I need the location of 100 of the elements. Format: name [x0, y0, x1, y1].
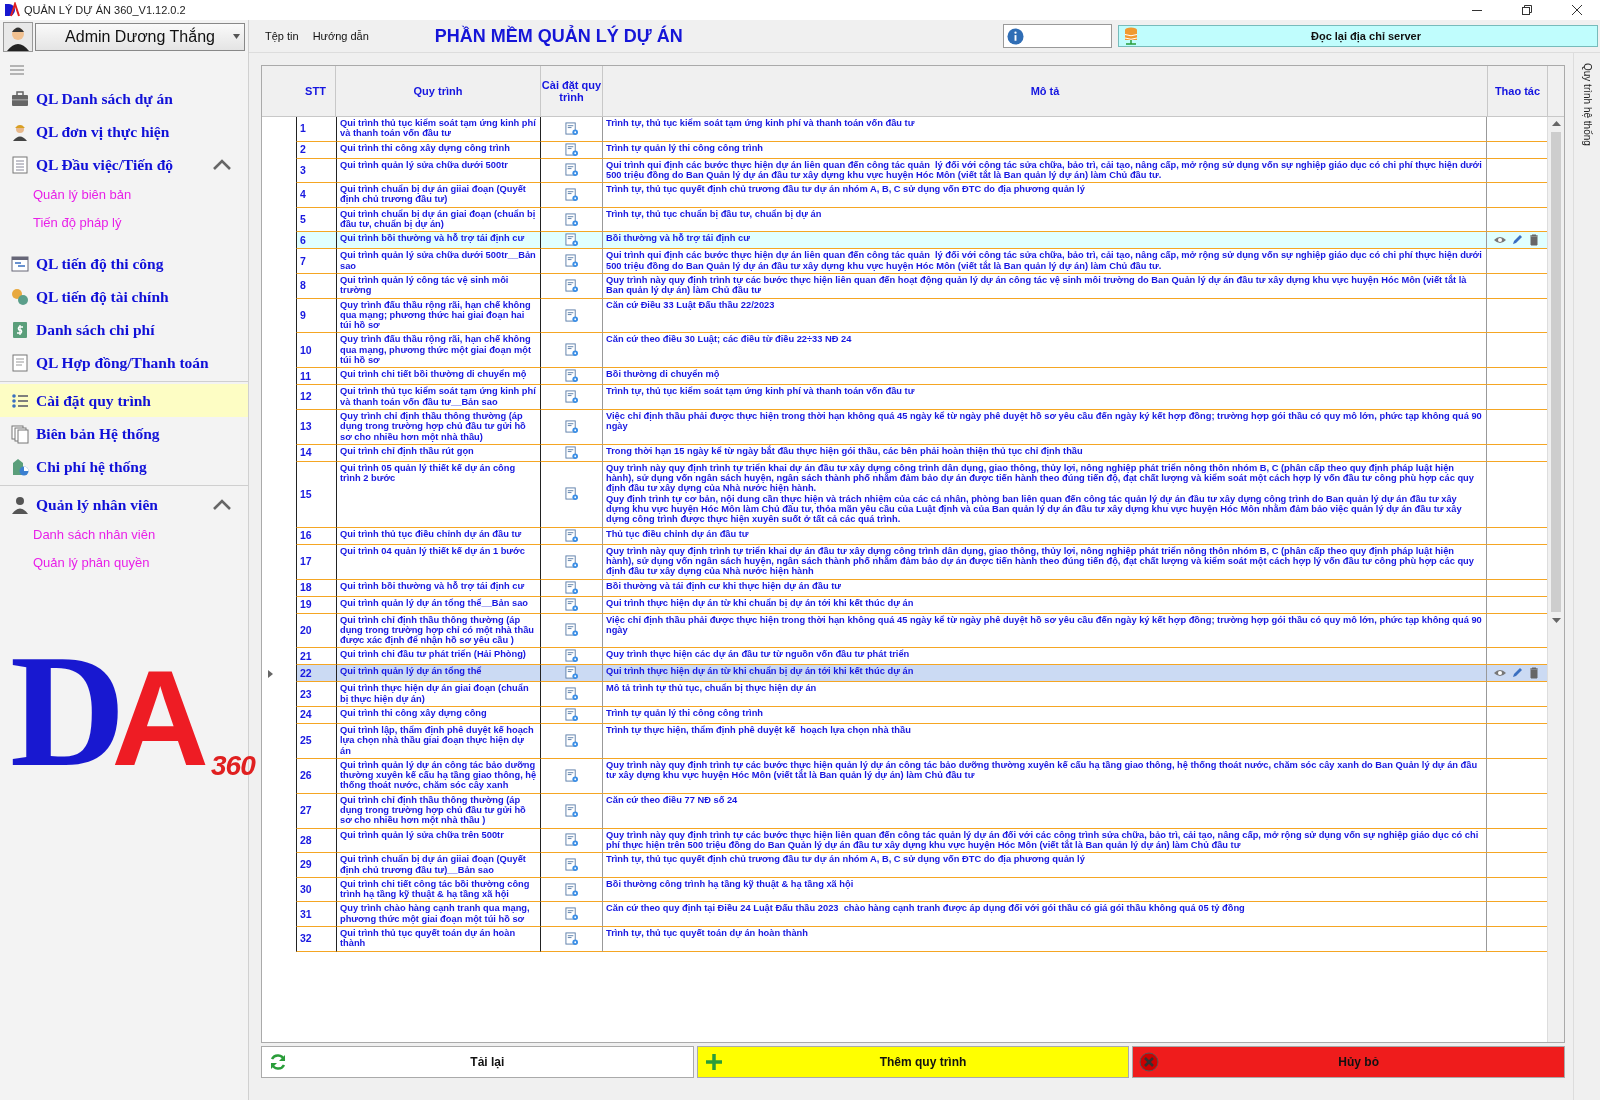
table-row[interactable]: 4 Qui trình chuẩn bị dự án giiai đoạn (Quyết định chủ trương đầu tư) Trình tự, thủ tục quyết định chủ trương đầu tư dự án nhóm A, B, C sử dụng vốn ĐTC do địa phương quản lý	[262, 183, 1547, 208]
table-row[interactable]: 32 Qui trình thủ tục quyết toán dự án hoàn thành Trình tự, thủ tục quyết toán dự án hoàn thành	[262, 927, 1547, 952]
table-row[interactable]: 18 Qui trình bồi thường và hỗ trợ tái định cư Bồi thường và tái định cư khi thực hiện dự án đầu tư	[262, 579, 1547, 597]
settings-icon[interactable]	[565, 882, 578, 896]
table-cell: Căn cứ theo quy định tại Điều 24 Luật Đấu thầu 2023 chào hàng cạnh tranh được áp dụng đối với gói thầu có giá gói thầu không quá 05 tỷ đồng	[603, 902, 1487, 928]
sidebar-item[interactable]: QL đơn vị thực hiện	[0, 115, 248, 148]
settings-icon[interactable]	[565, 390, 578, 404]
cancel-button[interactable]: Hủy bỏ	[1132, 1046, 1565, 1078]
table-row[interactable]: 19 Qui trình quản lý dự án tổng thể__Bản sao Qui trình thực hiện dự án từ khi chuẩn bị dự án tới khi kết thúc dự án	[262, 596, 1547, 614]
settings-icon[interactable]	[565, 369, 578, 383]
settings-icon[interactable]	[565, 188, 578, 201]
restore-icon[interactable]	[1522, 5, 1532, 15]
settings-icon[interactable]	[565, 554, 578, 568]
menu-item[interactable]: Hướng dẫn	[308, 30, 373, 42]
table-row[interactable]: 9 Quy trình đấu thầu rộng rãi, hạn chế không qua mạng; phương thức hai giai đoạn hai túi hồ sơ Căn cứ Điều 33 Luật Đấu thầu 22/2023	[262, 298, 1547, 334]
table-cell: Qui trình thủ tục điều chỉnh dự án đầu tư	[336, 527, 541, 545]
minimize-icon[interactable]	[1472, 9, 1482, 11]
table-row[interactable]: 22 Qui trình quản lý dự án tổng thể Qui trình thực hiện dự án từ khi chuẩn bị dự án tới khi kết thúc dự án	[262, 665, 1547, 683]
settings-icon[interactable]	[565, 121, 578, 135]
menu-icon[interactable]	[10, 64, 24, 76]
settings-icon[interactable]	[565, 254, 578, 268]
table-row[interactable]: 2 Qui trình thi công xây dựng công trình Trình tự quản lý thi công công trình	[262, 141, 1547, 159]
settings-icon[interactable]	[565, 445, 578, 459]
scroll-up-icon[interactable]	[1551, 121, 1561, 126]
settings-icon[interactable]	[565, 733, 578, 747]
table-row[interactable]: 10 Quy trình đấu thầu rộng rãi, hạn chế không qua mạng, phương thức một giai đoạn một túi hồ sơ Căn cứ theo điều 30 Luật; các điều từ điều 22÷33 NĐ 24	[262, 333, 1547, 369]
sidebar-group[interactable]: QL Đầu việc/Tiến độ	[0, 148, 248, 181]
scroll-down-icon[interactable]	[1551, 618, 1561, 623]
table-row[interactable]: 14 Qui trình chỉ định thầu rút gọn Trong thời hạn 15 ngày kể từ ngày bắt đầu thực hiện gói thầu, các bên phải hoàn thiện thủ tục chỉ định thầu	[262, 444, 1547, 462]
settings-icon[interactable]	[565, 708, 578, 721]
edit-icon[interactable]	[1511, 233, 1523, 246]
table-row[interactable]: 6 Qui trình bồi thường và hỗ trợ tái định cư Bồi thường và hỗ trợ tái định cư	[262, 232, 1547, 250]
sidebar-item[interactable]: QL Danh sách dự án	[0, 82, 248, 115]
user-dropdown[interactable]: Admin Dương Thắng	[35, 23, 245, 51]
sidebar-item[interactable]: QL Hợp đồng/Thanh toán	[0, 346, 248, 379]
settings-icon[interactable]	[565, 308, 578, 322]
delete-icon[interactable]	[1528, 666, 1540, 679]
side-tab[interactable]: Quy trình hệ thống	[1581, 63, 1593, 146]
table-row[interactable]: 23 Qui trình thực hiện dự án giai đoạn (chuẩn bị thực hiện dự án) Mô tả trình tự thủ tục, chuẩn bị thực hiện dự án	[262, 682, 1547, 707]
settings-icon[interactable]	[565, 931, 578, 945]
settings-icon[interactable]	[565, 419, 578, 433]
table-row[interactable]: 24 Qui trình thi công xây dựng công Trình tự quản lý thi công công trình	[262, 707, 1547, 724]
settings-icon[interactable]	[565, 212, 578, 226]
settings-icon[interactable]	[565, 343, 578, 357]
table-cell: Bồi thường công trình hạ tầng kỹ thuật & hạ tầng xã hội	[603, 877, 1487, 903]
settings-icon[interactable]	[565, 666, 578, 680]
table-row[interactable]: 12 Qui trình thủ tục kiểm soát tạm ứng kinh phí và thanh toán vốn đầu tư__Bản sao Trình tự, thủ tục kiểm soát tạm ứng kinh phí và thanh toán vốn đầu tư	[262, 385, 1547, 410]
settings-icon[interactable]	[565, 163, 578, 177]
delete-icon[interactable]	[1528, 233, 1540, 246]
settings-icon[interactable]	[565, 833, 578, 847]
table-cell: 10	[296, 333, 336, 369]
info-field[interactable]	[1003, 24, 1112, 48]
sidebar-item[interactable]: Cài đặt quy trình	[0, 384, 248, 417]
sidebar-group[interactable]: Quản lý nhân viên	[0, 488, 248, 521]
column-header: STT	[296, 66, 336, 116]
refresh-icon	[268, 1052, 288, 1072]
settings-icon[interactable]	[565, 623, 578, 637]
close-icon[interactable]	[1572, 5, 1582, 15]
reload-button[interactable]: Tải lại	[261, 1046, 694, 1078]
settings-icon[interactable]	[565, 907, 578, 921]
menu-item[interactable]: Tệp tin	[261, 30, 303, 42]
scrollbar[interactable]	[1547, 117, 1564, 1042]
settings-icon[interactable]	[565, 580, 578, 594]
settings-icon[interactable]	[565, 768, 578, 782]
table-cell: Qui trình chỉ định thầu thông thường (áp dụng trong trường hợp chỉ có một nhà thầu được xác định để nhận hồ sơ yêu cầu )	[336, 613, 541, 649]
settings-icon[interactable]	[565, 649, 578, 663]
sidebar-item[interactable]: Danh sách chi phí	[0, 313, 248, 346]
table-row[interactable]: 11 Qui trình chi tiết bồi thường di chuyển mộ Bồi thường di chuyển mộ	[262, 368, 1547, 386]
table-row[interactable]: 25 Qui trình lập, thẩm định phê duyệt kế hoạch lựa chọn nhà thầu giai đoạn thực hiện dự án Trình tự thực hiện, thẩm định phê duyệt kế hoạch lựa chọn nhà thầu	[262, 724, 1547, 759]
settings-icon[interactable]	[565, 278, 578, 292]
settings-icon[interactable]	[565, 487, 578, 501]
add-button[interactable]: Thêm quy trình	[696, 1046, 1130, 1078]
sidebar-item[interactable]: Chi phí hệ thống	[0, 450, 248, 483]
menu-item-icon	[10, 319, 30, 340]
column-header: Quy trình	[336, 66, 541, 116]
settings-icon[interactable]	[565, 597, 578, 611]
table-cell: Qui trình quản lý dự án công tác bảo dưỡng thường xuyên kế cấu hạ tầng giao thông, hệ thống thoát nước, chăm sóc cây xanh	[336, 758, 541, 794]
settings-icon[interactable]	[565, 858, 578, 872]
database-icon	[1123, 27, 1139, 45]
settings-icon[interactable]	[565, 687, 578, 701]
settings-icon[interactable]	[565, 803, 578, 817]
sidebar-item[interactable]: Biên bản Hệ thống	[0, 417, 248, 450]
sidebar-item[interactable]: QL tiến độ tài chính	[0, 280, 248, 313]
reload-server-button[interactable]: Đọc lại địa chỉ server	[1118, 25, 1598, 47]
table-cell: Qui trình quản lý sửa chữa trên 500tr	[336, 828, 541, 854]
settings-icon[interactable]	[565, 528, 578, 542]
table-cell: 30	[296, 877, 336, 903]
table-row[interactable]: 1 Qui trình thủ tục kiểm soát tạm ứng kinh phí và thanh toán vốn đầu tư Trình tự, thủ tục kiểm soát tạm ứng kinh phí và thanh toán vốn đầu tư	[262, 117, 1547, 142]
sidebar-item[interactable]: QL tiến độ thi công	[0, 247, 248, 280]
table-row[interactable]: 30 Qui trình chi tiết công tác bồi thường công trình hạ tầng kỹ thuật & hạ tầng xã hội Bồi thường công trình hạ tầng kỹ thuật & hạ tầng xã hội	[262, 877, 1547, 903]
settings-icon[interactable]	[565, 142, 578, 156]
table-cell: Qui trình thủ tục kiểm soát tạm ứng kinh phí và thanh toán vốn đầu tư__Bản sao	[336, 385, 541, 410]
table-cell: Trình tự, thủ tục quyết định chủ trương đầu tư dự án nhóm A, B, C sử dụng vốn ĐTC do địa phương quản lý	[603, 183, 1487, 208]
table-row[interactable]: 16 Qui trình thủ tục điều chỉnh dự án đầu tư Thủ tục điều chỉnh dự án đầu tư	[262, 527, 1547, 545]
table-row[interactable]: 27 Qui trình chỉ định thầu thông thường (áp dụng trong trường hợp chủ đầu tư gửi hồ sơ cho nhiều hơn một nhà thầu ) Căn cứ theo điều 77 NĐ số 24	[262, 793, 1547, 829]
scroll-thumb[interactable]	[1551, 132, 1561, 612]
table-cell: Qui trình thi công xây dựng công trình	[336, 141, 541, 159]
edit-icon[interactable]	[1511, 666, 1523, 679]
settings-icon[interactable]	[565, 233, 578, 247]
table-row[interactable]: 29 Qui trình chuẩn bị dự án giiai đoạn (Quyết định chủ trương đầu tư)__Bản sao Trình tự, thủ tục quyết định chủ trương đầu tư dự án nhóm A, B, C sử dụng vốn ĐTC do địa phương quản lý	[262, 853, 1547, 878]
